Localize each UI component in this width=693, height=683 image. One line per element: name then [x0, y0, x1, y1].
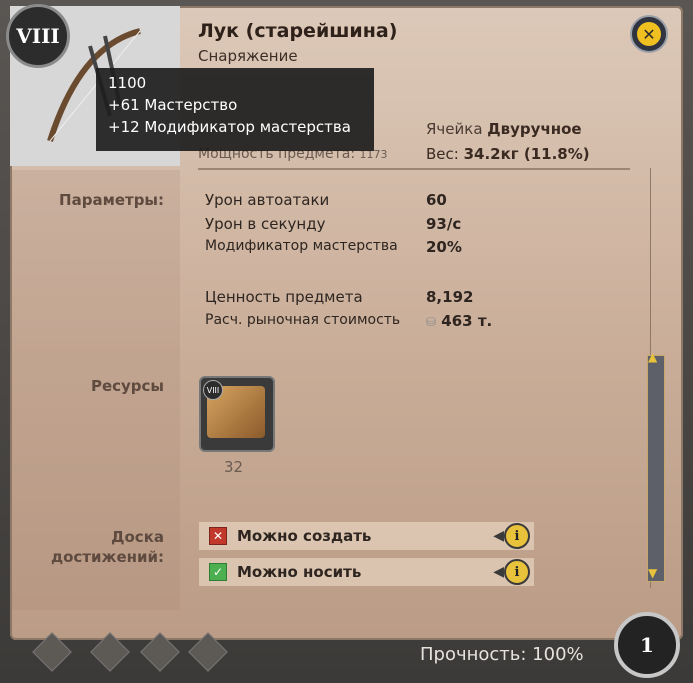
stat-value: 463 т. — [441, 312, 493, 330]
info-icon[interactable]: i — [504, 559, 530, 585]
stat-value: 93/с — [426, 215, 462, 233]
item-name: Лук (старейшина) — [198, 20, 398, 42]
stat-name: Урон в секунду — [205, 215, 326, 233]
achievement-label: Можно создать — [237, 527, 372, 545]
stat-name: Урон автоатаки — [205, 191, 330, 209]
achievements-section-label: Доска достижений: — [51, 528, 164, 566]
resource-tier-badge: VIII — [203, 380, 223, 400]
silver-coin-icon: ⛁ — [426, 315, 437, 329]
item-category: Снаряжение — [198, 47, 298, 65]
cross-icon: ✕ — [209, 527, 227, 545]
durability-text: Прочность: 100% — [420, 644, 584, 665]
slot-value: Двуручное — [487, 120, 582, 138]
weight-label: Вес: — [426, 145, 459, 163]
stat-value: 8,192 — [426, 288, 474, 306]
scroll-up-icon[interactable]: ▲ — [648, 350, 657, 364]
params-section-label: Параметры: — [59, 191, 164, 209]
info-icon[interactable]: i — [504, 523, 530, 549]
close-button[interactable]: ✕ — [630, 15, 668, 53]
achievement-row-wear[interactable]: ✓ Можно носить ◀ i — [199, 558, 534, 586]
tooltip-line: 1100 — [108, 74, 147, 92]
scrollbar-thumb[interactable] — [647, 355, 665, 582]
weight-value: 34.2кг (11.8%) — [463, 145, 590, 163]
stat-name: Ценность предмета — [205, 288, 363, 306]
stat-value: 20% — [426, 238, 462, 256]
stat-name: Расч. рыночная стоимость — [205, 312, 401, 328]
resources-section-label: Ресурсы — [90, 377, 164, 395]
header-divider — [198, 168, 630, 170]
stat-value: 60 — [426, 191, 447, 209]
resource-count: 32 — [224, 458, 244, 476]
stat-name: Модификатор мастерства — [205, 238, 398, 254]
stat-value-row: ⛁ 463 т. — [426, 312, 492, 330]
scroll-down-icon[interactable]: ▼ — [648, 566, 657, 580]
arrow-left-icon: ◀ — [493, 564, 504, 580]
achievement-row-craft[interactable]: ✕ Можно создать ◀ i — [199, 522, 534, 550]
checkmark-icon: ✓ — [209, 563, 227, 581]
arrow-left-icon: ◀ — [493, 528, 504, 544]
achievement-label: Можно носить — [237, 563, 362, 581]
slot-label: Ячейка — [426, 120, 483, 138]
mastery-tooltip: 1100 +61 Мастерство +12 Модификатор маст… — [96, 68, 374, 151]
tooltip-line: +61 Мастерство — [108, 96, 238, 114]
weight-info: Вес: 34.2кг (11.8%) — [426, 145, 590, 163]
resource-slot[interactable]: VIII — [199, 376, 275, 452]
item-tier-badge: VIII — [6, 4, 70, 68]
tooltip-line: +12 Модификатор мастерства — [108, 118, 351, 136]
close-icon: ✕ — [637, 22, 661, 46]
stack-count-badge: 1 — [614, 612, 680, 678]
slot-info: Ячейка Двуручное — [426, 120, 582, 138]
